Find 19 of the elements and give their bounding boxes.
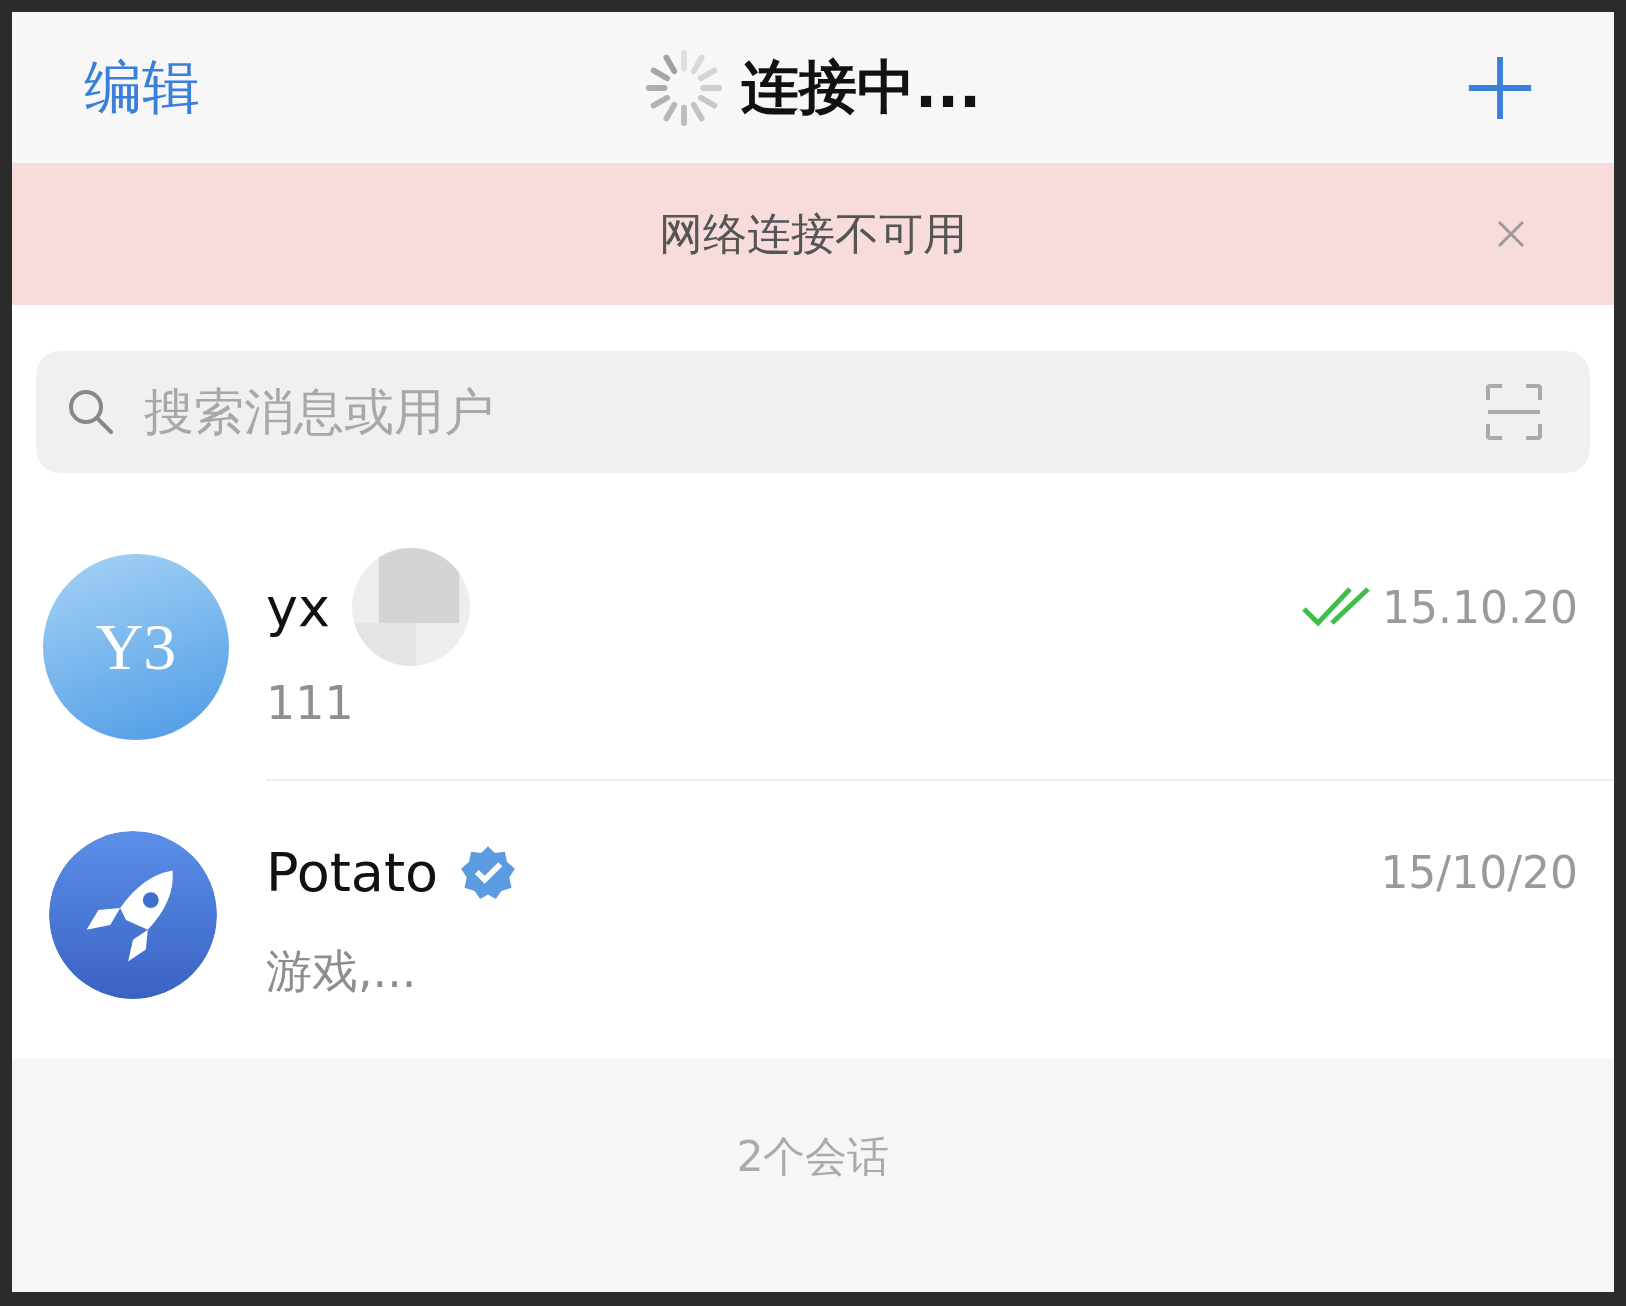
rocket-avatar-icon [49,831,217,999]
message-preview: 游戏,... [266,943,418,1000]
chat-name: yx [266,575,330,639]
search-field[interactable]: 搜索消息或用户 [142,382,1458,442]
message-time: 15/10/20 [1380,846,1578,898]
edit-button[interactable]: 编辑 [84,48,200,127]
window-title: 连接中... [740,51,982,123]
avatar: Y3 [43,554,229,740]
conversation-count: 2个会话 [736,1131,890,1183]
search-icon [66,387,116,437]
message-time: 15.10.20 [1382,581,1578,633]
close-icon[interactable] [1496,219,1526,249]
chat-list-item[interactable]: Y3 yx 15.10.20 111 [12,513,1614,781]
scan-icon[interactable] [1484,382,1544,442]
search-bar[interactable]: 搜索消息或用户 [36,351,1590,473]
chat-name: Potato [266,840,439,904]
message-preview: 111 [266,676,355,730]
alert-message: 网络连接不可用 [659,206,967,261]
chat-list-item[interactable]: Potato 15/10/20 游戏,... [12,781,1614,1049]
